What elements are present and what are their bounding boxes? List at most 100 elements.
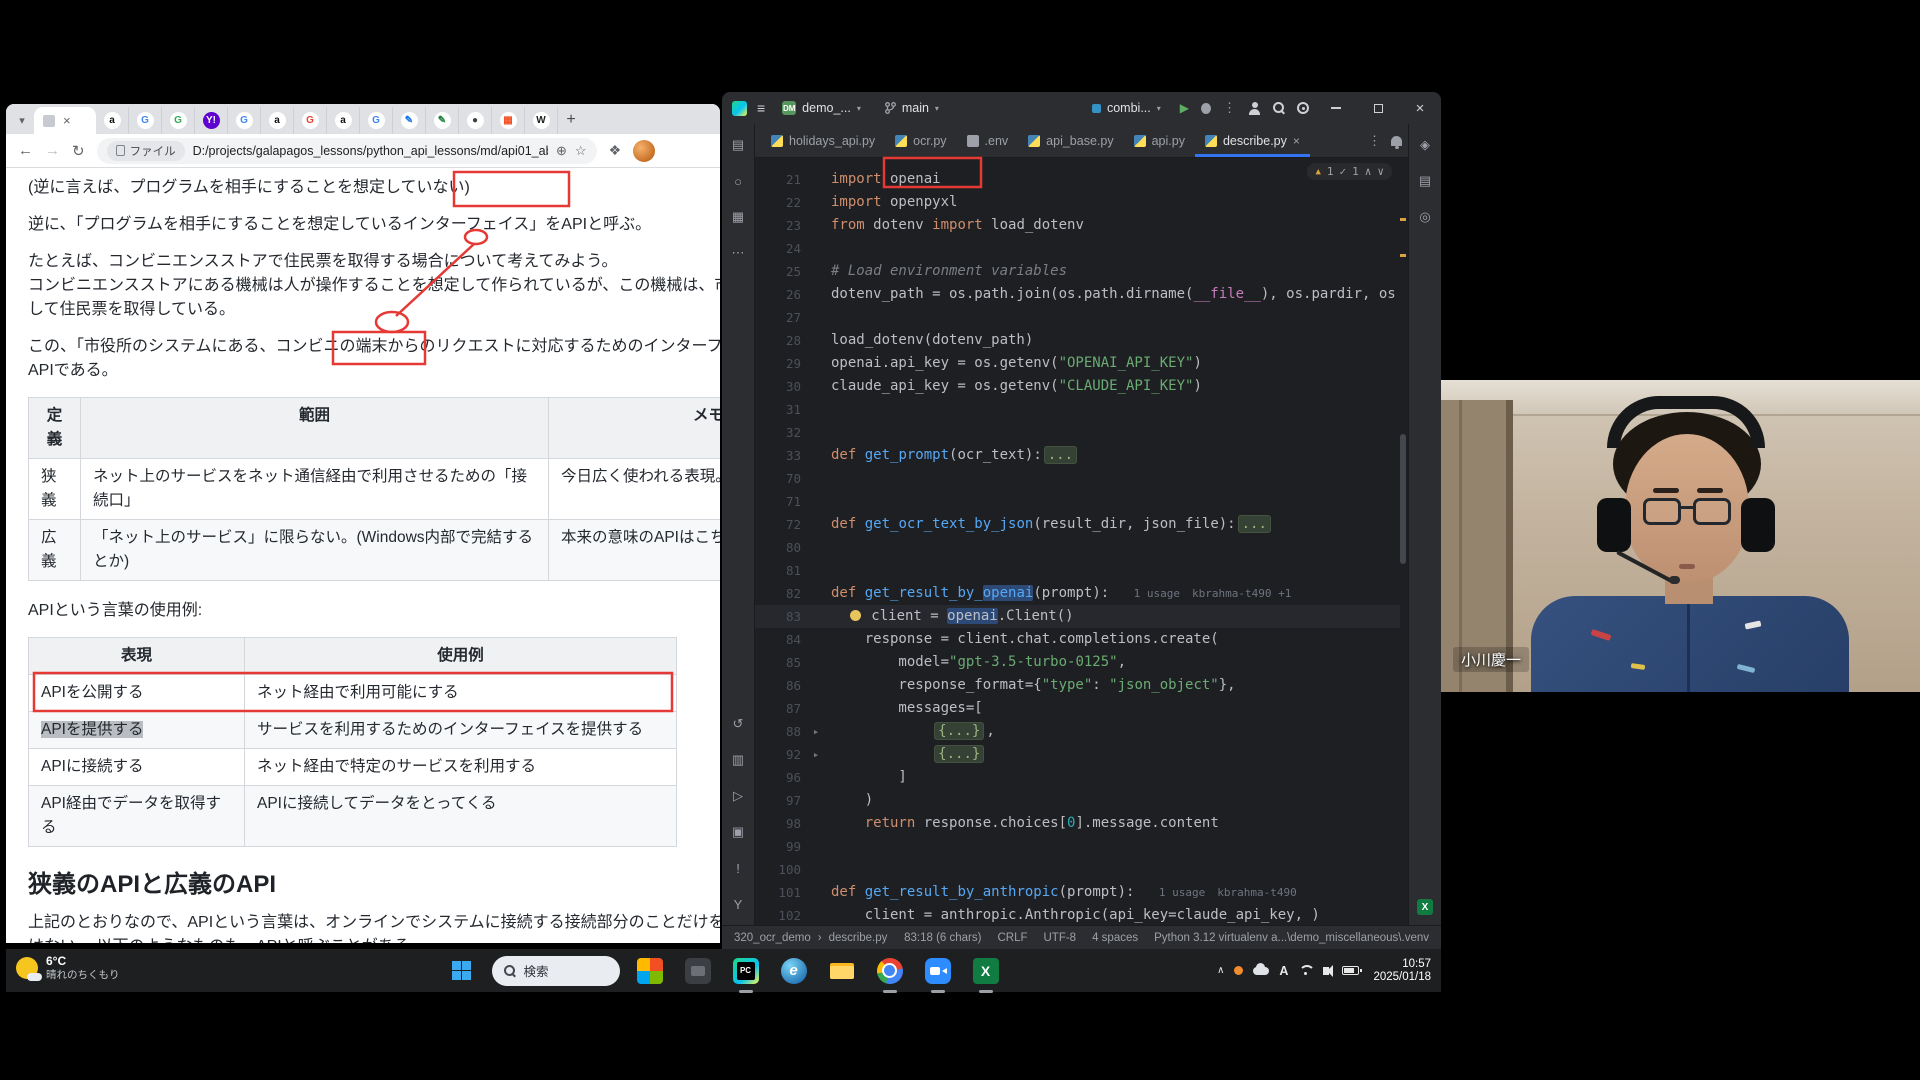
extensions-icon[interactable]: ❖ — [609, 142, 622, 159]
start-button[interactable] — [444, 953, 480, 989]
reload-icon[interactable]: ↻ — [72, 142, 85, 160]
browser-tab-amazon[interactable]: a — [327, 107, 360, 134]
browser-tab-globe-site[interactable]: ● — [459, 107, 492, 134]
wifi-icon[interactable] — [1298, 965, 1313, 976]
settings-gear-icon[interactable] — [1297, 102, 1309, 114]
browser-tab-microsoft[interactable]: ▦ — [492, 107, 525, 134]
forward-icon[interactable]: → — [45, 142, 60, 159]
structure-tool-icon[interactable]: ▦ — [727, 206, 749, 228]
commit-tool-icon[interactable]: ○ — [727, 170, 749, 192]
taskbar-app-chrome[interactable] — [872, 953, 908, 989]
code-line-99[interactable]: 99 — [755, 835, 1400, 858]
code-line-22[interactable]: 22import openpyxl — [755, 191, 1400, 214]
problems-tool-icon[interactable]: ! — [727, 857, 749, 879]
editor-tab-api.py[interactable]: api.py — [1124, 124, 1195, 157]
browser-tab-google[interactable]: G — [360, 107, 393, 134]
code-line-26[interactable]: 26dotenv_path = os.path.join(os.path.dir… — [755, 283, 1400, 306]
code-line-86[interactable]: 86 response_format={"type": "json_object… — [755, 674, 1400, 697]
vcs-tool-icon[interactable]: Y — [727, 893, 749, 915]
clock-widget[interactable]: 10:57 2025/01/18 — [1373, 958, 1431, 984]
next-problem-icon[interactable]: ∨ — [1377, 165, 1384, 178]
editor-tab-holidays_api.py[interactable]: holidays_api.py — [761, 124, 885, 157]
address-bar[interactable]: ファイル D:/projects/galapagos_lessons/pytho… — [97, 138, 597, 164]
todo-tool-icon[interactable]: ▥ — [727, 749, 749, 771]
code-line-21[interactable]: 21import openai — [755, 168, 1400, 191]
weather-widget[interactable]: 6°C 晴れのちくもり — [16, 954, 120, 982]
taskbar-app-zoom[interactable] — [920, 953, 956, 989]
breadcrumb-file[interactable]: describe.py — [829, 932, 888, 944]
zoom-icon[interactable]: ⊕ — [556, 143, 567, 159]
code-line-25[interactable]: 25# Load environment variables — [755, 260, 1400, 283]
code-line-101[interactable]: 101def get_result_by_anthropic(prompt): … — [755, 881, 1400, 904]
status-item[interactable]: Python 3.12 virtualenv a...\demo_miscell… — [1154, 932, 1429, 944]
status-item[interactable]: 4 spaces — [1092, 932, 1138, 944]
code-line-33[interactable]: 33def get_prompt(ocr_text):... — [755, 444, 1400, 467]
code-line-31[interactable]: 31 — [755, 398, 1400, 421]
close-tab-icon[interactable]: × — [63, 114, 71, 127]
code-editor[interactable]: 21import openai22import openpyxl23from d… — [755, 158, 1408, 925]
more-actions-icon[interactable]: ⋮ — [1223, 100, 1236, 116]
more-tools-icon[interactable]: ⋯ — [727, 242, 749, 264]
volume-icon[interactable] — [1323, 967, 1329, 975]
code-line-71[interactable]: 71 — [755, 490, 1400, 513]
code-line-84[interactable]: 84 response = client.chat.completions.cr… — [755, 628, 1400, 651]
tab-options-icon[interactable]: ⋮ — [1368, 133, 1381, 149]
ime-indicator[interactable]: A — [1279, 964, 1288, 978]
editor-tab-ocr.py[interactable]: ocr.py — [885, 124, 956, 157]
code-line-29[interactable]: 29openai.api_key = os.getenv("OPENAI_API… — [755, 352, 1400, 375]
code-line-80[interactable]: 80 — [755, 536, 1400, 559]
browser-tab-amazon[interactable]: a — [261, 107, 294, 134]
main-menu-icon[interactable]: ≡ — [757, 100, 765, 116]
taskbar-app-excel[interactable]: X — [968, 953, 1004, 989]
code-line-28[interactable]: 28load_dotenv(dotenv_path) — [755, 329, 1400, 352]
taskbar-app-edge[interactable]: e — [776, 953, 812, 989]
code-line-88[interactable]: 88▸ {...}, — [755, 720, 1400, 743]
maximize-button[interactable] — [1363, 94, 1393, 122]
close-tab-icon[interactable]: × — [1293, 135, 1300, 147]
user-account-icon[interactable] — [1248, 102, 1261, 115]
taskbar-app-explorer[interactable] — [824, 953, 860, 989]
browser-tab-google[interactable]: G — [162, 107, 195, 134]
close-window-button[interactable]: × — [1405, 94, 1435, 122]
excel-plugin-icon[interactable]: X — [1417, 899, 1433, 915]
bookmark-star-icon[interactable]: ☆ — [575, 143, 587, 159]
code-line-82[interactable]: 82def get_result_by_openai(prompt): 1 us… — [755, 582, 1400, 605]
editor-scrollbar[interactable] — [1400, 434, 1406, 564]
code-line-23[interactable]: 23from dotenv import load_dotenv — [755, 214, 1400, 237]
browser-tab-pen-app[interactable]: ✎ — [393, 107, 426, 134]
prev-problem-icon[interactable]: ∧ — [1365, 165, 1372, 178]
code-line-96[interactable]: 96 ] — [755, 766, 1400, 789]
run-button[interactable]: ▶ — [1180, 101, 1189, 115]
editor-tab-describe.py[interactable]: describe.py× — [1195, 124, 1310, 157]
new-tab-button[interactable]: + — [558, 107, 584, 133]
run-config-selector[interactable]: combi... ▾ — [1085, 98, 1168, 118]
search-everywhere-icon[interactable] — [1273, 102, 1285, 114]
code-line-97[interactable]: 97 ) — [755, 789, 1400, 812]
code-line-87[interactable]: 87 messages=[ — [755, 697, 1400, 720]
debug-button[interactable] — [1201, 103, 1211, 114]
breadcrumb[interactable]: 320_ocr_demo › describe.py — [734, 932, 887, 944]
back-icon[interactable]: ← — [18, 142, 33, 159]
project-tool-icon[interactable]: ▤ — [727, 134, 749, 156]
gradle-tool-icon[interactable]: ◎ — [1414, 206, 1436, 228]
terminal-tool-icon[interactable]: ▣ — [727, 821, 749, 843]
code-line-85[interactable]: 85 model="gpt-3.5-turbo-0125", — [755, 651, 1400, 674]
editor-tab-.env[interactable]: .env — [957, 124, 1019, 157]
notifications-bell-icon[interactable] — [1391, 136, 1402, 146]
code-line-102[interactable]: 102 client = anthropic.Anthropic(api_key… — [755, 904, 1400, 925]
code-line-70[interactable]: 70 — [755, 467, 1400, 490]
branch-selector[interactable]: main ▾ — [878, 98, 946, 118]
code-line-92[interactable]: 92▸ {...} — [755, 743, 1400, 766]
code-line-98[interactable]: 98 return response.choices[0].message.co… — [755, 812, 1400, 835]
ai-assistant-tool-icon[interactable]: ◈ — [1414, 134, 1436, 156]
taskbar-app-pycharm[interactable]: PC — [728, 953, 764, 989]
code-line-81[interactable]: 81 — [755, 559, 1400, 582]
browser-tab-amazon[interactable]: a — [96, 107, 129, 134]
onedrive-cloud-icon[interactable] — [1253, 967, 1269, 975]
taskbar-app-widgets[interactable] — [632, 953, 668, 989]
code-line-83[interactable]: 83 client = openai.Client() — [755, 605, 1400, 628]
project-selector[interactable]: DM demo_... ▾ — [775, 98, 868, 118]
status-item[interactable]: CRLF — [997, 932, 1027, 944]
sync-tool-icon[interactable]: ↺ — [727, 713, 749, 735]
browser-tab-google[interactable]: G — [228, 107, 261, 134]
